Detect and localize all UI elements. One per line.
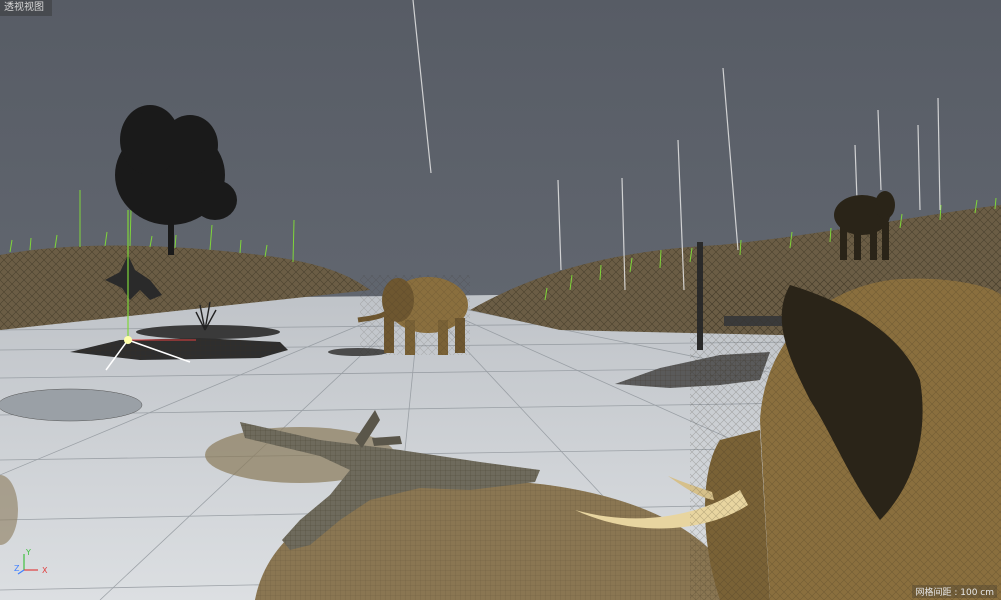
axis-x-label: X: [42, 566, 48, 575]
axis-y-label: Y: [26, 548, 31, 557]
axis-z-label: Z: [14, 564, 20, 573]
perspective-viewport[interactable]: 透视视图 Y Z X 网格间距 : 100 cm: [0, 0, 1001, 600]
grid-spacing-readout: 网格间距 : 100 cm: [912, 585, 997, 598]
pool-center[interactable]: [136, 325, 280, 339]
axis-gizmo-lines: [17, 554, 38, 575]
view-name-label[interactable]: 透视视图: [0, 0, 52, 16]
scene-canvas[interactable]: [0, 0, 1001, 600]
elephant-center[interactable]: [357, 275, 470, 355]
pool-left[interactable]: [0, 388, 143, 422]
axis-gizmo: Y Z X: [14, 548, 54, 578]
